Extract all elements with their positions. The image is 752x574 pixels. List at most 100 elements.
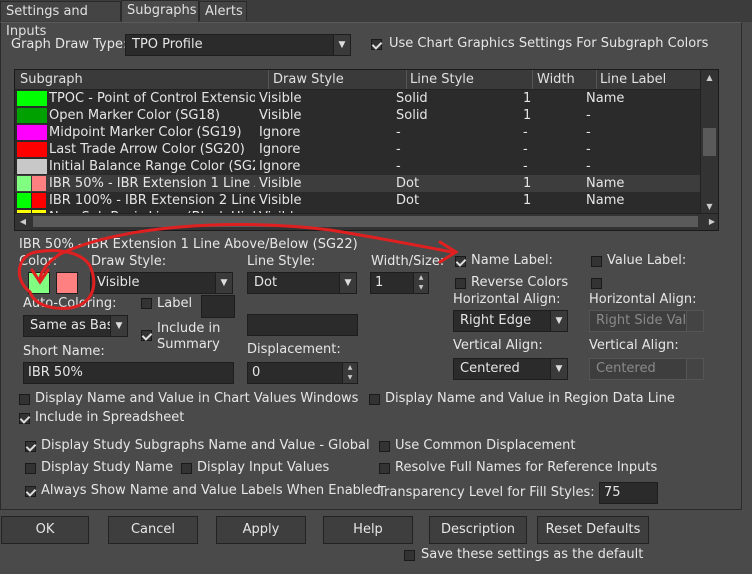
label-text-input[interactable] — [247, 314, 358, 336]
subgraph-color-swatch[interactable] — [17, 125, 47, 140]
line-label-cell: Name — [586, 176, 625, 191]
width-cell: 1 — [523, 91, 532, 106]
value-reverse-checkbox[interactable] — [591, 278, 602, 289]
auto-coloring-select[interactable]: Same as Bas ▼ — [23, 315, 128, 337]
reset-defaults-button[interactable]: Reset Defaults — [537, 516, 649, 544]
subgraph-color-swatch[interactable] — [17, 176, 31, 191]
chevron-down-icon: ▼ — [550, 311, 567, 331]
displacement-value: 0 — [252, 365, 261, 380]
hscrollbar-thumb[interactable] — [33, 216, 698, 227]
primary-color-swatch[interactable] — [28, 272, 50, 294]
short-name-input[interactable]: IBR 50% — [23, 362, 234, 384]
table-row[interactable]: TPOC - Point of Control Extension L... Vi… — [15, 90, 703, 107]
label-color-box[interactable] — [201, 295, 235, 318]
subgraph-color-swatch[interactable] — [17, 159, 47, 174]
always-show-labels-checkbox[interactable] — [25, 486, 36, 497]
column-header-width[interactable]: Width — [537, 72, 575, 87]
line-style-value: Dot — [254, 275, 278, 290]
column-header-draw-style[interactable]: Draw Style — [273, 72, 344, 87]
help-button[interactable]: Help — [323, 516, 413, 544]
width-size-label: Width/Size: — [371, 254, 445, 269]
scroll-right-icon[interactable]: ▶ — [704, 214, 718, 229]
vertical-scrollbar[interactable]: ▲ ▼ — [700, 70, 718, 215]
draw-style-value: Visible — [97, 275, 140, 290]
table-row[interactable]: Initial Balance Range Color (SG21) Ignore… — [15, 158, 703, 175]
subgraph-name-cell: TPOC - Point of Control Extension L... — [49, 91, 255, 106]
use-chart-graphics-label: Use Chart Graphics Settings For Subgraph… — [389, 36, 709, 51]
tab-subgraphs[interactable]: Subgraphs — [121, 0, 199, 22]
line-label-cell: Name — [586, 91, 625, 106]
line-label-cell: - — [586, 108, 591, 123]
subgraph-color-swatch[interactable] — [17, 142, 47, 157]
column-header-subgraph[interactable]: Subgraph — [20, 72, 83, 87]
subgraph-secondary-color-swatch[interactable] — [32, 193, 46, 208]
displacement-input[interactable]: 0 ▲ ▼ — [247, 362, 358, 384]
subgraph-secondary-color-swatch[interactable] — [32, 176, 46, 191]
secondary-color-swatch[interactable] — [56, 272, 78, 294]
value-label-checkbox[interactable] — [591, 256, 602, 267]
subgraph-color-swatch[interactable] — [17, 193, 31, 208]
tab-settings-and-inputs[interactable]: Settings and Inputs — [0, 1, 121, 39]
description-button[interactable]: Description — [429, 516, 527, 544]
use-common-displacement-checkbox[interactable] — [379, 441, 390, 452]
tab-alerts[interactable]: Alerts — [199, 1, 247, 21]
value-horizontal-align-select[interactable]: Right Side Valu — [589, 310, 704, 332]
transparency-input[interactable]: 75 — [599, 482, 658, 504]
display-study-name-label: Display Study Name — [41, 460, 174, 475]
subgraph-color-swatch[interactable] — [17, 108, 47, 123]
chevron-down-icon: ▼ — [110, 316, 127, 336]
scroll-left-icon[interactable]: ◀ — [15, 214, 31, 229]
save-default-checkbox[interactable] — [404, 550, 415, 561]
chevron-down-icon — [686, 311, 703, 331]
display-input-values-checkbox[interactable] — [181, 463, 192, 474]
draw-style-cell: Ignore — [259, 125, 301, 140]
table-row[interactable]: IBR 50% - IBR Extension 1 Line Ab... Visi… — [15, 175, 703, 192]
horizontal-align-select[interactable]: Right Edge ▼ — [453, 310, 568, 332]
value-vertical-align-label: Vertical Align: — [589, 338, 679, 353]
horizontal-scrollbar[interactable]: ◀ ▶ — [15, 213, 718, 230]
value-horizontal-align-value: Right Side Valu — [596, 313, 695, 328]
subgraph-color-swatch[interactable] — [17, 91, 47, 106]
use-chart-graphics-checkbox[interactable] — [371, 39, 382, 50]
reverse-colors-checkbox[interactable] — [455, 278, 466, 289]
resolve-full-names-label: Resolve Full Names for Reference Inputs — [395, 460, 658, 475]
scroll-up-icon[interactable]: ▲ — [701, 70, 718, 86]
table-row[interactable]: IBR 100% - IBR Extension 2 Line A... Visi… — [15, 192, 703, 209]
chevron-down-icon: ▼ — [333, 35, 350, 55]
subgraph-table: Subgraph Draw Style Line Style Width Lin… — [14, 69, 719, 231]
table-row[interactable]: Open Marker Color (SG18) Visible Solid 1 - — [15, 107, 703, 124]
display-study-name-checkbox[interactable] — [25, 463, 36, 474]
ok-button[interactable]: OK — [1, 516, 89, 544]
name-label-checkbox[interactable] — [455, 256, 466, 267]
line-style-label: Line Style: — [247, 254, 316, 269]
value-vertical-align-select[interactable]: Centered — [589, 358, 704, 380]
display-chart-values-checkbox[interactable] — [19, 394, 30, 405]
resolve-full-names-checkbox[interactable] — [379, 463, 390, 474]
line-style-select[interactable]: Dot ▼ — [247, 272, 357, 294]
label-checkbox[interactable] — [141, 298, 152, 309]
draw-style-select[interactable]: Visible ▼ — [90, 272, 233, 294]
display-region-checkbox[interactable] — [369, 394, 380, 405]
width-cell: - — [523, 125, 528, 140]
table-header: Subgraph Draw Style Line Style Width Lin… — [15, 70, 718, 90]
width-size-input[interactable]: 1 ▲ ▼ — [370, 272, 429, 294]
column-header-line-label[interactable]: Line Label — [600, 72, 666, 87]
column-header-line-style[interactable]: Line Style — [410, 72, 474, 87]
table-row[interactable]: Midpoint Marker Color (SG19) Ignore - - - — [15, 124, 703, 141]
tab-bar: Settings and Inputs Subgraphs Alerts — [0, 0, 752, 39]
cancel-button[interactable]: Cancel — [108, 516, 198, 544]
chevron-down-icon — [686, 359, 703, 379]
width-spinner[interactable]: ▲ ▼ — [413, 273, 428, 293]
apply-button[interactable]: Apply — [216, 516, 306, 544]
line-style-cell: - — [396, 125, 401, 140]
include-spreadsheet-checkbox[interactable] — [19, 413, 30, 424]
transparency-value: 75 — [604, 485, 621, 500]
graph-draw-type-select[interactable]: TPO Profile ▼ — [125, 34, 351, 56]
display-global-checkbox[interactable] — [25, 441, 36, 452]
table-row[interactable]: Last Trade Arrow Color (SG20) Ignore - - - — [15, 141, 703, 158]
include-summary-checkbox[interactable] — [141, 330, 152, 341]
displacement-spinner[interactable]: ▲ ▼ — [342, 363, 357, 383]
vertical-align-select[interactable]: Centered ▼ — [453, 358, 568, 380]
scrollbar-thumb[interactable] — [703, 128, 716, 156]
value-horizontal-align-label: Horizontal Align: — [589, 292, 697, 307]
